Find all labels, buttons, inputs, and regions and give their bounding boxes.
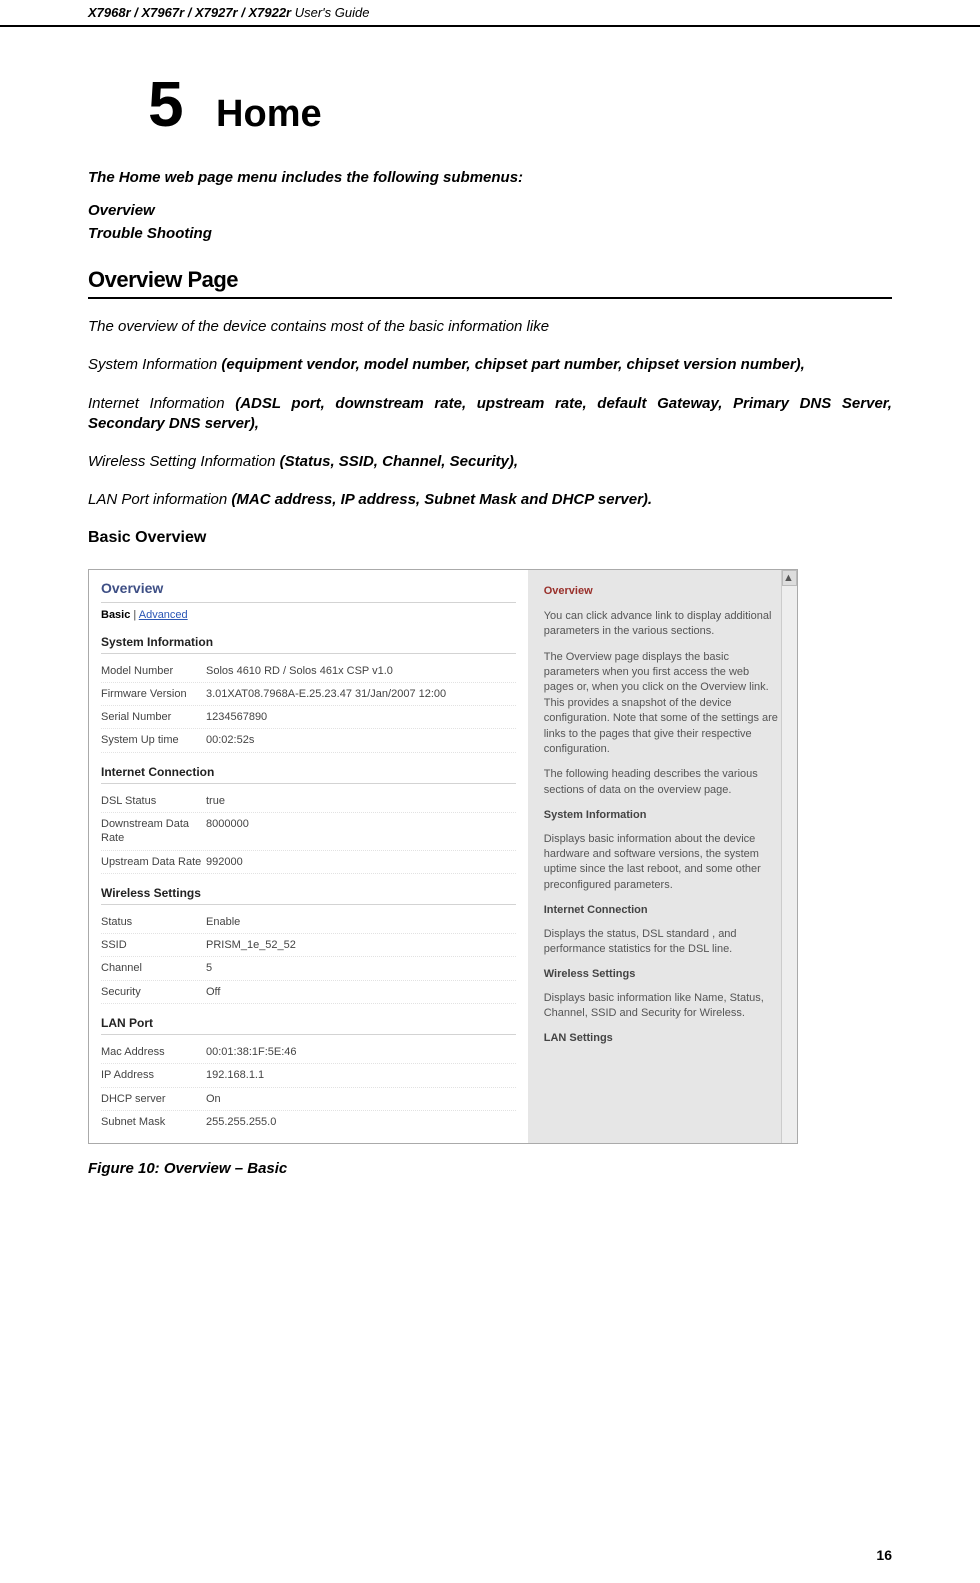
group-internet-connection: Internet Connection (101, 765, 516, 784)
help-h-sys: System Information (544, 808, 781, 823)
help-p1: You can click advance link to display ad… (544, 609, 781, 640)
submenu-troubleshooting: Trouble Shooting (88, 223, 892, 246)
overview-tabs: Basic | Advanced (101, 609, 516, 621)
row-dhcp-server: DHCP serverOn (101, 1088, 516, 1111)
help-title: Overview (544, 584, 781, 599)
overview-p4: Wireless Setting Information (Status, SS… (88, 452, 892, 472)
group-lan-port: LAN Port (101, 1016, 516, 1035)
help-p3: The following heading describes the vari… (544, 767, 781, 798)
header-models: X7968r / X7967r / X7927r / X7922r User's… (88, 5, 369, 20)
row-subnet-mask: Subnet Mask255.255.255.0 (101, 1111, 516, 1133)
page-number: 16 (876, 1547, 892, 1563)
help-h-net: Internet Connection (544, 903, 781, 918)
group-system-info: System Information (101, 635, 516, 654)
row-wifi-ssid: SSIDPRISM_1e_52_52 (101, 934, 516, 957)
row-downstream: Downstream Data Rate8000000 (101, 813, 516, 851)
overview-screenshot: Overview Basic | Advanced System Informa… (88, 569, 798, 1145)
row-ip-address: IP Address192.168.1.1 (101, 1064, 516, 1087)
help-p-net: Displays the status, DSL standard , and … (544, 927, 781, 958)
overview-left-pane: Overview Basic | Advanced System Informa… (89, 570, 528, 1144)
row-mac-address: Mac Address00:01:38:1F:5E:46 (101, 1041, 516, 1064)
chapter-title: Home (216, 93, 322, 136)
row-dsl-status: DSL Statustrue (101, 790, 516, 813)
intro-text: The Home web page menu includes the foll… (88, 169, 892, 186)
help-p-wifi: Displays basic information like Name, St… (544, 991, 781, 1022)
row-wifi-security: SecurityOff (101, 981, 516, 1004)
overview-p3: Internet Information (ADSL port, downstr… (88, 394, 892, 435)
row-firmware-version: Firmware Version3.01XAT08.7968A-E.25.23.… (101, 683, 516, 706)
page-header: X7968r / X7967r / X7927r / X7922r User's… (0, 0, 980, 27)
chapter-heading: 5 Home (88, 27, 892, 141)
overview-page-heading: Overview Page (88, 267, 892, 299)
scroll-up-icon[interactable]: ▲ (782, 570, 797, 586)
row-system-uptime: System Up time00:02:52s (101, 729, 516, 752)
row-wifi-status: StatusEnable (101, 911, 516, 934)
overview-help-pane: Overview You can click advance link to d… (528, 570, 797, 1144)
overview-p2: System Information (equipment vendor, mo… (88, 355, 892, 375)
overview-p1: The overview of the device contains most… (88, 317, 892, 337)
row-upstream: Upstream Data Rate992000 (101, 851, 516, 874)
tab-advanced[interactable]: Advanced (139, 609, 188, 621)
help-h-lan: LAN Settings (544, 1031, 781, 1046)
submenu-overview: Overview (88, 200, 892, 223)
row-model-number: Model NumberSolos 4610 RD / Solos 461x C… (101, 660, 516, 683)
scrollbar[interactable]: ▲ (781, 570, 797, 1144)
overview-panel-title: Overview (101, 580, 516, 603)
help-p2: The Overview page displays the basic par… (544, 650, 781, 758)
tab-basic[interactable]: Basic (101, 609, 130, 621)
help-h-wifi: Wireless Settings (544, 967, 781, 982)
row-wifi-channel: Channel5 (101, 957, 516, 980)
basic-overview-heading: Basic Overview (88, 529, 892, 547)
row-serial-number: Serial Number1234567890 (101, 706, 516, 729)
chapter-number: 5 (148, 67, 184, 141)
figure-caption: Figure 10: Overview – Basic (88, 1160, 892, 1177)
overview-p5: LAN Port information (MAC address, IP ad… (88, 490, 892, 510)
help-p-sys: Displays basic information about the dev… (544, 832, 781, 894)
submenu-list: Overview Trouble Shooting (88, 200, 892, 245)
group-wireless-settings: Wireless Settings (101, 886, 516, 905)
